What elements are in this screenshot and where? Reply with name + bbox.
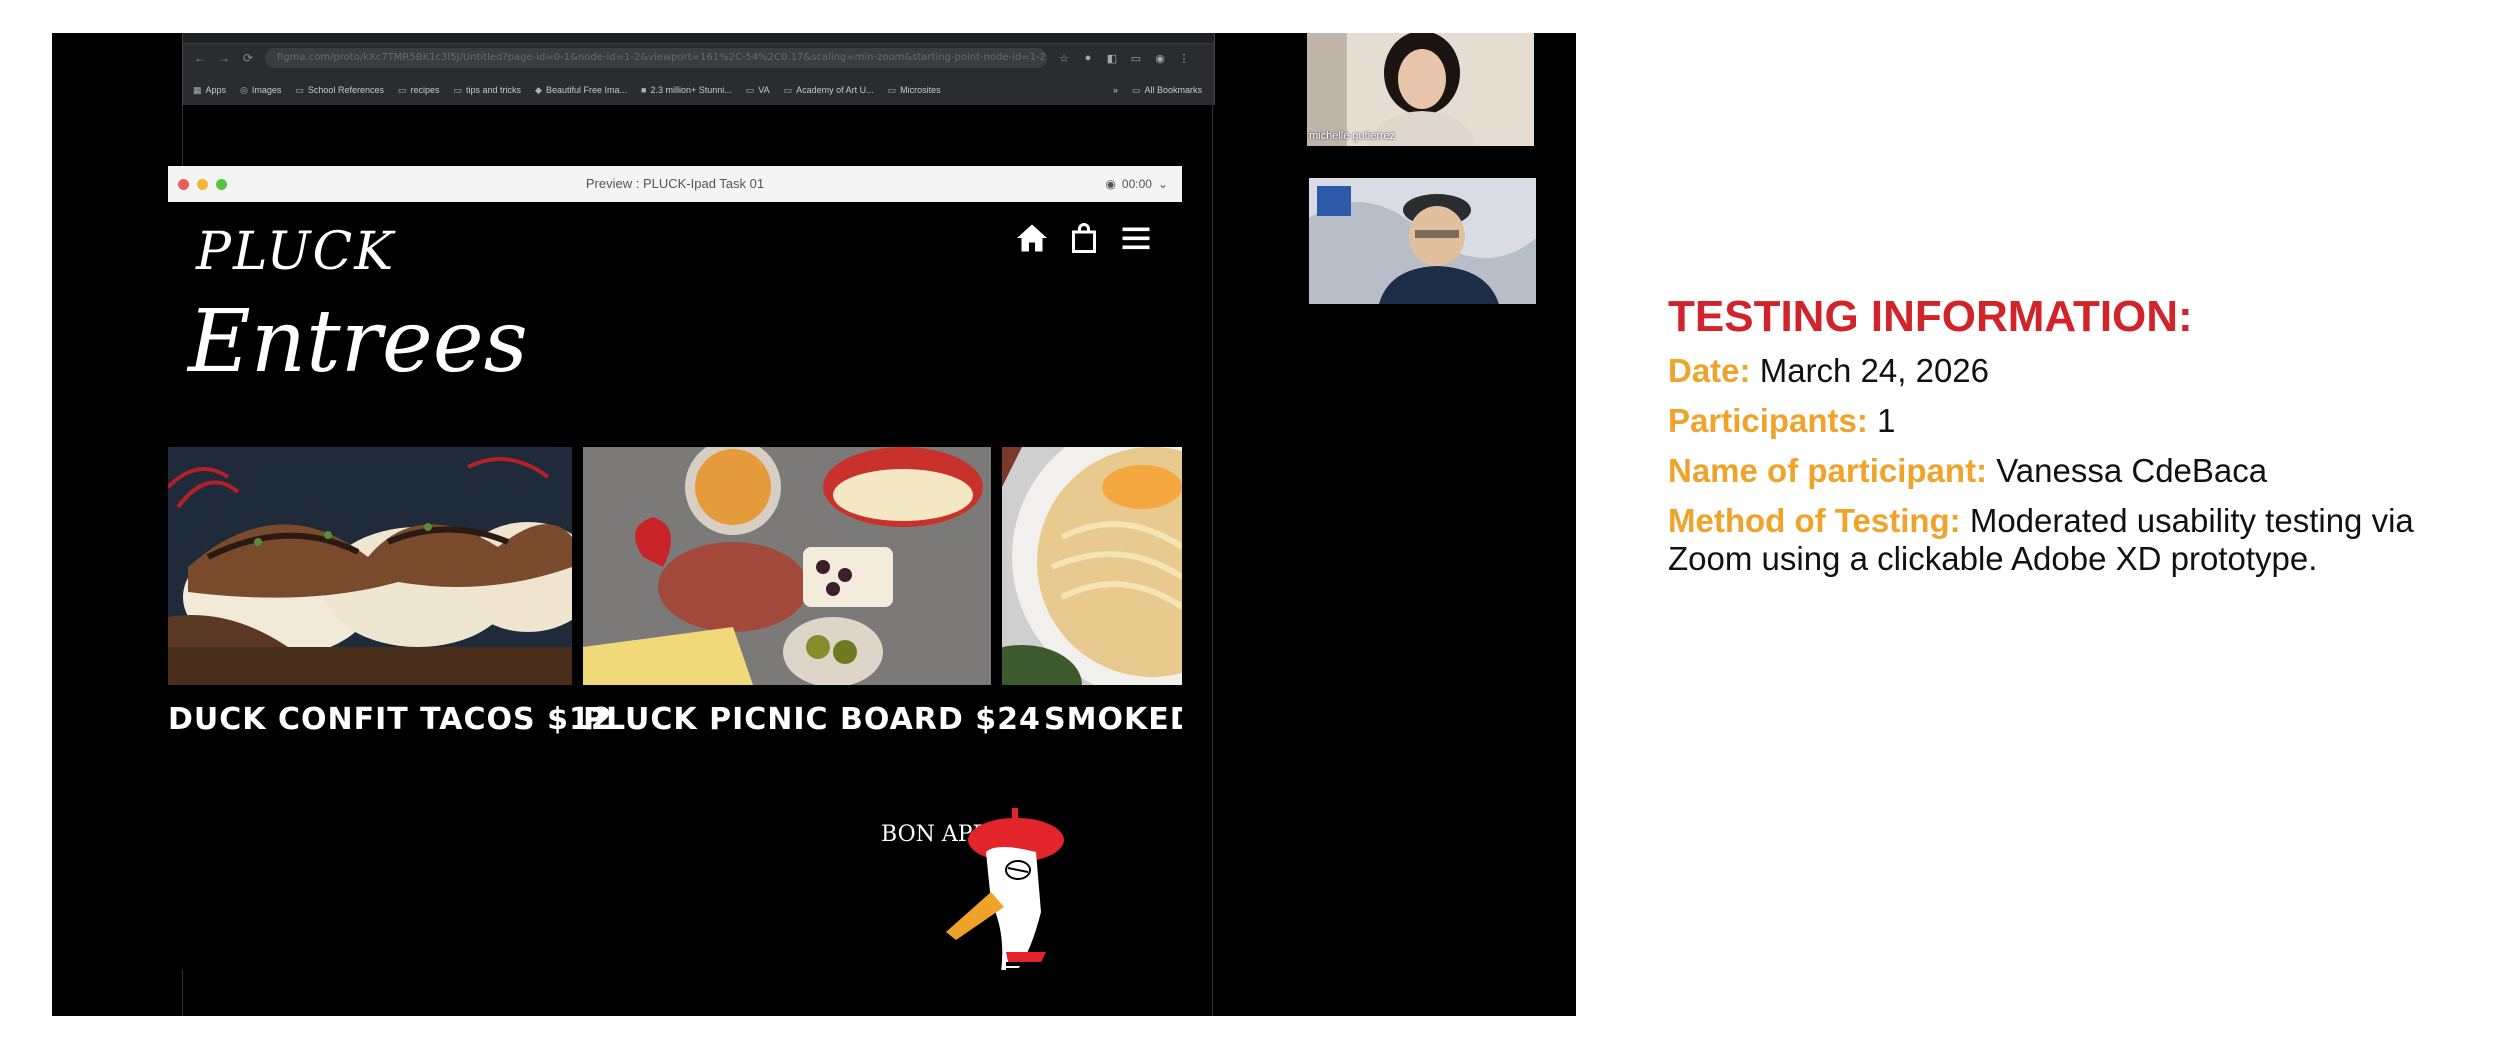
puzzle-icon[interactable]: ◧ <box>1105 52 1119 65</box>
folder-icon: ▭ <box>887 84 897 95</box>
menu-item-label[interactable]: PLUCK PICNIC BOARD $24 <box>583 702 1040 737</box>
participant-avatar <box>1309 178 1536 304</box>
menu-item-image[interactable] <box>1002 447 1182 685</box>
participant-name-label: Name of participant: <box>1668 452 1988 489</box>
folder-icon: ▭ <box>295 84 304 95</box>
menu-item-label[interactable]: DUCK CONFIT TACOS $12 <box>168 702 612 737</box>
chevron-down-icon: ⌄ <box>1157 177 1168 191</box>
bookmark-folder[interactable]: ▭ Microsites <box>888 85 941 96</box>
bookmark-link[interactable]: ◆ Beautiful Free Ima... <box>535 85 627 96</box>
pluck-logo[interactable]: PLUCK <box>196 222 395 282</box>
hamburger-menu-icon[interactable] <box>1118 220 1154 256</box>
date-value: March 24, 2026 <box>1759 352 1990 389</box>
apps-grid-icon: ▦ <box>193 84 202 95</box>
preview-titlebar: Preview : PLUCK-Ipad Task 01 ◉ 00:00 ⌄ <box>168 166 1182 203</box>
prototype-screen: PLUCK Entrees DUCK CONFIT TACOS $12 PLUC… <box>168 202 1182 970</box>
participant-video[interactable] <box>1309 178 1536 304</box>
smoked-duck-photo <box>1002 447 1182 685</box>
participant-name: michelle gutierrez <box>1309 130 1396 142</box>
date-label: Date: <box>1668 352 1751 389</box>
shopping-bag-icon[interactable] <box>1066 220 1102 256</box>
folder-icon: ▭ <box>783 84 793 95</box>
url-row: ← → ⟳ figma.com/proto/kXc7TMR5BK1c3l5J/U… <box>183 45 1214 71</box>
bookmarks-right: » ▭ All Bookmarks <box>1113 85 1214 96</box>
top-nav <box>1014 220 1154 256</box>
tab-strip <box>183 33 1214 44</box>
home-icon[interactable] <box>1014 220 1050 256</box>
folder-icon: ▭ <box>453 84 463 95</box>
star-icon[interactable]: ☆ <box>1057 52 1071 65</box>
menu-item-image[interactable] <box>583 447 991 685</box>
participant-name-row: Name of participant: Vanessa CdeBaca <box>1668 452 2488 490</box>
bookmark-folder[interactable]: ▭ recipes <box>398 85 440 96</box>
method-row: Method of Testing: Moderated usability t… <box>1668 502 2488 578</box>
folder-icon: ▭ <box>1131 84 1141 95</box>
folder-icon: ▭ <box>745 84 755 95</box>
record-timer: 00:00 <box>1121 177 1152 191</box>
participants-row: Participants: 1 <box>1668 402 2488 440</box>
preview-title: Preview : PLUCK-Ipad Task 01 <box>585 176 765 191</box>
menu-icon[interactable]: ⋮ <box>1177 52 1191 65</box>
bookmark-folder[interactable]: ▭ tips and tricks <box>454 85 522 96</box>
testing-info-panel: TESTING INFORMATION: Date: March 24, 202… <box>1668 292 2488 590</box>
profile-icon[interactable]: ◉ <box>1153 52 1167 65</box>
back-icon[interactable]: ← <box>193 51 207 65</box>
menu-item-image[interactable] <box>168 447 572 685</box>
picnic-board-photo <box>583 447 991 685</box>
sidepanel-icon[interactable]: ▭ <box>1129 52 1143 65</box>
participant-name-value: Vanessa CdeBaca <box>1996 452 2268 489</box>
bookmark-apps[interactable]: ▦ Apps <box>193 85 226 96</box>
browser-chrome: ← → ⟳ figma.com/proto/kXc7TMR5BK1c3l5J/U… <box>182 33 1215 105</box>
globe-icon: ◎ <box>240 84 248 95</box>
record-control[interactable]: ◉ 00:00 ⌄ <box>1105 166 1168 202</box>
extension-icon[interactable]: ● <box>1081 52 1095 64</box>
bookmark-images[interactable]: ◎ Images <box>240 85 281 96</box>
site-icon: ■ <box>641 85 647 95</box>
address-bar[interactable]: figma.com/proto/kXc7TMR5BK1c3l5J/Untitle… <box>265 48 1047 68</box>
bookmark-folder[interactable]: ▭ VA <box>746 85 770 96</box>
tacos-photo <box>168 447 572 685</box>
method-label: Method of Testing: <box>1668 502 1961 539</box>
record-icon: ◉ <box>1105 177 1116 191</box>
section-title: Entrees <box>188 292 528 392</box>
more-bookmarks-icon[interactable]: » <box>1113 85 1118 96</box>
date-row: Date: March 24, 2026 <box>1668 352 2488 390</box>
participants-label: Participants: <box>1668 402 1868 439</box>
forward-icon[interactable]: → <box>217 51 231 65</box>
menu-item-label[interactable]: SMOKED DU <box>1002 702 1182 737</box>
participant-video[interactable]: michelle gutierrez <box>1307 33 1534 146</box>
site-icon: ◆ <box>535 84 542 95</box>
bookmark-link[interactable]: ■ 2.3 million+ Stunni... <box>641 85 732 95</box>
reload-icon[interactable]: ⟳ <box>241 51 255 65</box>
bookmark-folder[interactable]: ▭ School References <box>295 85 384 96</box>
bookmarks-bar: ▦ Apps ◎ Images ▭ School References ▭ recipe… <box>183 81 1214 99</box>
info-title: TESTING INFORMATION: <box>1668 292 2193 341</box>
participants-value: 1 <box>1877 402 1896 439</box>
folder-icon: ▭ <box>397 84 407 95</box>
bookmark-folder[interactable]: ▭ Academy of Art U... <box>784 85 874 96</box>
goose-mascot-icon <box>946 808 1064 970</box>
all-bookmarks[interactable]: ▭ All Bookmarks <box>1132 85 1202 96</box>
